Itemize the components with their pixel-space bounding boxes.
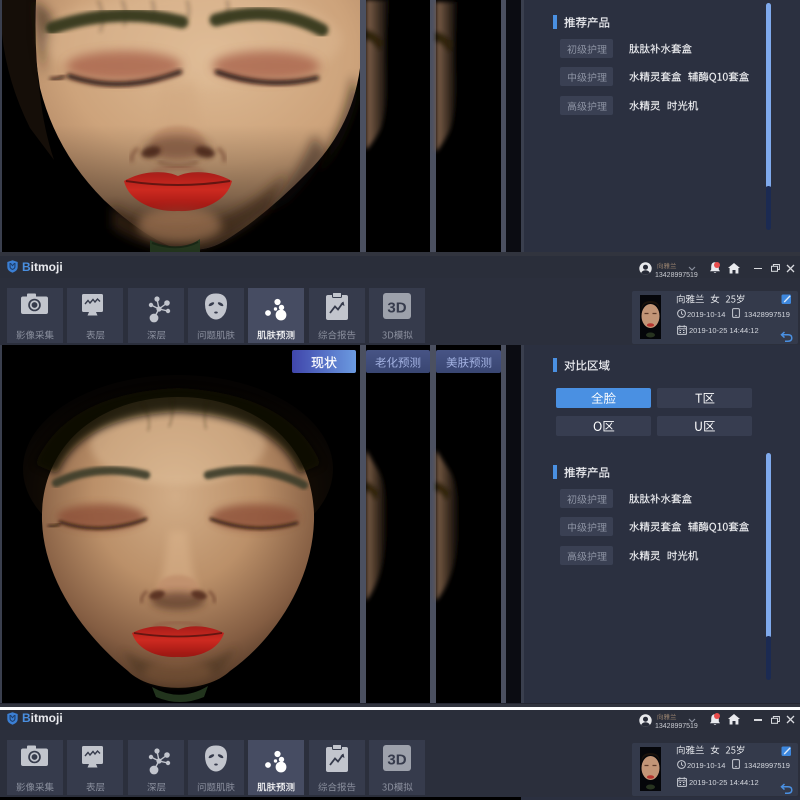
svg-text:3D: 3D <box>387 751 406 768</box>
svg-text:3D: 3D <box>387 300 406 317</box>
